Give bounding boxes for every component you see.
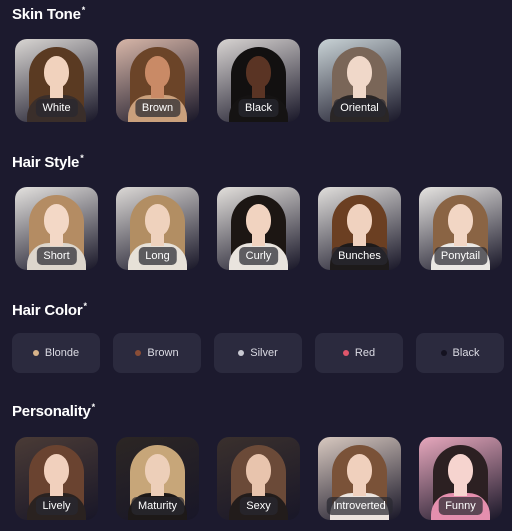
color-dot-icon — [440, 350, 447, 356]
hair-color-title: Hair Color* — [12, 301, 88, 319]
skin-tone-title: Skin Tone* — [12, 5, 86, 23]
skin-tone-option-white[interactable]: White — [15, 39, 98, 122]
required-mark: * — [83, 301, 88, 311]
personality-title: Personality* — [12, 402, 96, 420]
hair-style-option-ponytail[interactable]: Ponytail — [419, 187, 502, 270]
option-label: Short — [36, 247, 77, 265]
personality-title-text: Personality — [12, 403, 91, 420]
hair-color-option-red[interactable]: Red — [315, 333, 403, 373]
option-label: Brown — [147, 347, 179, 359]
hair-color-option-black[interactable]: Black — [416, 333, 504, 373]
skin-tone-options: White Brown Black Oriental — [15, 39, 401, 122]
personality-option-lively[interactable]: Lively — [15, 437, 98, 520]
hair-color-title-text: Hair Color — [12, 302, 83, 319]
color-dot-icon — [342, 350, 349, 356]
option-label: Oriental — [333, 99, 386, 117]
option-label: Blonde — [44, 347, 80, 359]
option-label: Lively — [35, 497, 78, 515]
skin-tone-option-oriental[interactable]: Oriental — [318, 39, 401, 122]
option-label: Maturity — [130, 497, 185, 515]
option-label: Black — [452, 347, 480, 359]
hair-style-options: Short Long Curly Bunches Ponytail — [15, 187, 502, 270]
hair-color-option-brown[interactable]: Brown — [113, 333, 201, 373]
personality-option-sexy[interactable]: Sexy — [217, 437, 300, 520]
option-label: Funny — [438, 497, 483, 515]
hair-style-option-curly[interactable]: Curly — [217, 187, 300, 270]
skin-tone-option-black[interactable]: Black — [217, 39, 300, 122]
option-label: Curly — [238, 247, 279, 265]
required-mark: * — [80, 153, 84, 163]
hair-style-option-long[interactable]: Long — [116, 187, 199, 270]
hair-style-option-bunches[interactable]: Bunches — [318, 187, 401, 270]
option-label: Long — [138, 247, 177, 265]
hair-style-option-short[interactable]: Short — [15, 187, 98, 270]
color-dot-icon — [135, 350, 142, 356]
required-mark: * — [81, 5, 86, 15]
option-label: Red — [354, 347, 376, 359]
hair-style-title-text: Hair Style — [12, 154, 80, 171]
hair-color-options: Blonde Brown Silver Red Black — [12, 333, 504, 373]
hair-color-option-blonde[interactable]: Blonde — [12, 333, 100, 373]
option-label: Introverted — [326, 497, 393, 515]
required-mark: * — [91, 402, 96, 412]
option-label: Brown — [134, 99, 181, 117]
option-label: Silver — [250, 347, 278, 359]
option-label: Black — [238, 99, 279, 117]
personality-option-funny[interactable]: Funny — [419, 437, 502, 520]
skin-tone-title-text: Skin Tone — [12, 6, 81, 23]
option-label: Ponytail — [433, 247, 488, 265]
skin-tone-option-brown[interactable]: Brown — [116, 39, 199, 122]
color-dot-icon — [32, 350, 39, 356]
option-label: Sexy — [239, 497, 278, 515]
option-label: White — [35, 99, 78, 117]
color-dot-icon — [238, 350, 245, 356]
personality-option-maturity[interactable]: Maturity — [116, 437, 199, 520]
personality-option-introverted[interactable]: Introverted — [318, 437, 401, 520]
option-label: Bunches — [331, 247, 388, 265]
hair-color-option-silver[interactable]: Silver — [214, 333, 302, 373]
hair-style-title: Hair Style* — [12, 153, 84, 171]
personality-options: Lively Maturity Sexy Introverted Funny — [15, 437, 502, 520]
